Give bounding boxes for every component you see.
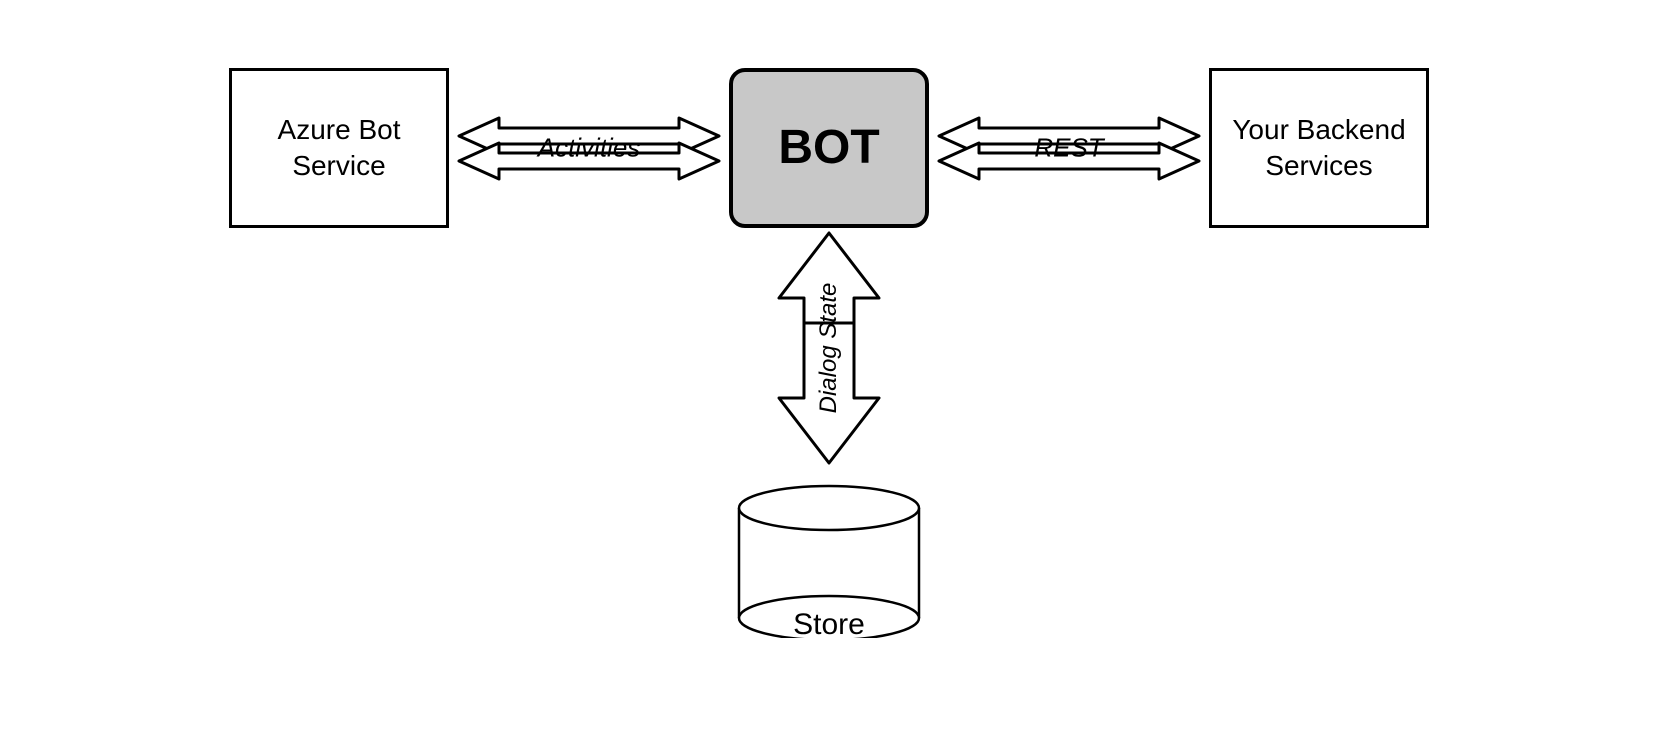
azure-bot-service-box: Azure Bot Service — [229, 68, 449, 228]
store-container: Store — [729, 478, 929, 642]
vertical-section: Dialog State Store — [729, 228, 929, 642]
diagram-container: Azure Bot Service Activities BOT R — [129, 28, 1529, 708]
azure-bot-service-label: Azure Bot Service — [232, 112, 446, 185]
top-row: Azure Bot Service Activities BOT R — [129, 68, 1529, 228]
bot-label: BOT — [778, 117, 879, 179]
bot-box: BOT — [729, 68, 929, 228]
dialog-state-label: Dialog State — [815, 283, 843, 414]
dialog-state-arrow: Dialog State — [759, 228, 899, 468]
activities-arrow: Activities — [449, 108, 729, 188]
store-label: Store — [793, 608, 865, 642]
backend-services-box: Your Backend Services — [1209, 68, 1429, 228]
backend-services-label: Your Backend Services — [1212, 112, 1426, 185]
rest-arrow: REST — [929, 108, 1209, 188]
